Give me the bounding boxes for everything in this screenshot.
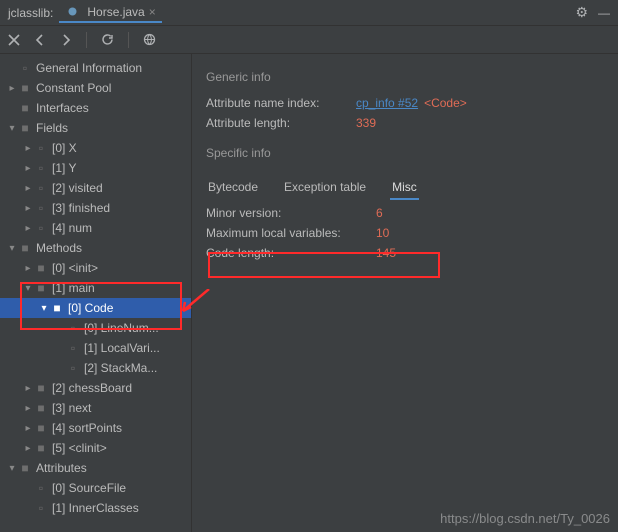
- attr-length-row: Attribute length: 339: [206, 116, 604, 130]
- tree-constant-pool[interactable]: ▸■Constant Pool: [0, 78, 191, 98]
- java-file-icon: [65, 6, 79, 17]
- attr-name-type: <Code>: [424, 96, 467, 110]
- tree-attributes[interactable]: ▾■Attributes: [0, 458, 191, 478]
- folder-icon: ■: [34, 421, 48, 435]
- folder-icon: ■: [18, 121, 32, 135]
- minor-version-label: Minor version:: [206, 206, 376, 220]
- title-bar: jclasslib: Horse.java × ⚙ —: [0, 0, 618, 26]
- file-icon: ▫: [18, 61, 32, 75]
- tree-methods[interactable]: ▾■Methods: [0, 238, 191, 258]
- tree-attr-item[interactable]: ▸▫[0] SourceFile: [0, 478, 191, 498]
- folder-icon: ■: [50, 301, 64, 315]
- toolbar: [0, 26, 618, 54]
- back-icon[interactable]: [34, 34, 46, 46]
- cpinfo-link[interactable]: cp_info #52: [356, 96, 418, 110]
- tree-field-item[interactable]: ▸▫[0] X: [0, 138, 191, 158]
- file-name: Horse.java: [87, 5, 144, 19]
- tree-method-init[interactable]: ▸■[0] <init>: [0, 258, 191, 278]
- tree-field-item[interactable]: ▸▫[3] finished: [0, 198, 191, 218]
- toolbar-divider: [86, 32, 87, 48]
- gear-icon[interactable]: ⚙: [575, 4, 588, 21]
- max-locals-label: Maximum local variables:: [206, 226, 376, 240]
- max-locals-row: Maximum local variables: 10: [206, 226, 604, 240]
- refresh-icon[interactable]: [101, 33, 114, 46]
- folder-icon: ■: [34, 381, 48, 395]
- file-tab[interactable]: Horse.java ×: [59, 3, 161, 23]
- file-icon: ▫: [66, 361, 80, 375]
- tree-fields[interactable]: ▾■Fields: [0, 118, 191, 138]
- attr-length-value: 339: [356, 116, 376, 130]
- tree-field-item[interactable]: ▸▫[2] visited: [0, 178, 191, 198]
- file-icon: ▫: [34, 481, 48, 495]
- tree-panel: ▸▫General Information ▸■Constant Pool ▸■…: [0, 54, 192, 532]
- tree-method-next[interactable]: ▸■[3] next: [0, 398, 191, 418]
- tree-method-chess[interactable]: ▸■[2] chessBoard: [0, 378, 191, 398]
- forward-icon[interactable]: [60, 34, 72, 46]
- tab-exception[interactable]: Exception table: [282, 176, 368, 200]
- file-icon: ▫: [34, 221, 48, 235]
- file-icon: ▫: [34, 161, 48, 175]
- tree-field-item[interactable]: ▸▫[1] Y: [0, 158, 191, 178]
- folder-icon: ■: [18, 461, 32, 475]
- attr-name-row: Attribute name index: cp_info #52 <Code>: [206, 96, 604, 110]
- folder-icon: ■: [34, 401, 48, 415]
- watermark: https://blog.csdn.net/Ty_0026: [440, 511, 610, 526]
- minor-version-value: 6: [376, 206, 383, 220]
- specific-info-heading: Specific info: [206, 146, 604, 160]
- folder-icon: ■: [34, 281, 48, 295]
- folder-icon: ■: [34, 261, 48, 275]
- tab-bytecode[interactable]: Bytecode: [206, 176, 260, 200]
- close-tab-icon[interactable]: ×: [149, 5, 156, 19]
- folder-icon: ■: [18, 81, 32, 95]
- globe-icon[interactable]: [143, 33, 156, 46]
- library-label: jclasslib:: [8, 6, 53, 20]
- tree-code-child[interactable]: ▸▫[1] LocalVari...: [0, 338, 191, 358]
- file-icon: ▫: [34, 201, 48, 215]
- tree-field-item[interactable]: ▸▫[4] num: [0, 218, 191, 238]
- folder-icon: ■: [18, 241, 32, 255]
- tree-code-child[interactable]: ▸▫[0] LineNum...: [0, 318, 191, 338]
- folder-icon: ■: [34, 441, 48, 455]
- generic-info-heading: Generic info: [206, 70, 604, 84]
- code-length-label: Code length:: [206, 246, 376, 260]
- tree-code[interactable]: ▾■[0] Code: [0, 298, 191, 318]
- detail-panel: Generic info Attribute name index: cp_in…: [192, 54, 618, 532]
- tree-method-main[interactable]: ▾■[1] main: [0, 278, 191, 298]
- file-icon: ▫: [34, 501, 48, 515]
- tree-interfaces[interactable]: ▸■Interfaces: [0, 98, 191, 118]
- tree-general-info[interactable]: ▸▫General Information: [0, 58, 191, 78]
- minor-version-row: Minor version: 6: [206, 206, 604, 220]
- file-icon: ▫: [66, 321, 80, 335]
- max-locals-value: 10: [376, 226, 389, 240]
- attr-length-label: Attribute length:: [206, 116, 356, 130]
- tabs-row: Bytecode Exception table Misc: [206, 176, 604, 200]
- code-length-row: Code length: 145: [206, 246, 604, 260]
- folder-icon: ■: [18, 101, 32, 115]
- code-length-value: 145: [376, 246, 396, 260]
- toolbar-divider: [128, 32, 129, 48]
- file-icon: ▫: [66, 341, 80, 355]
- tree-method-sort[interactable]: ▸■[4] sortPoints: [0, 418, 191, 438]
- file-icon: ▫: [34, 181, 48, 195]
- hide-panel-icon[interactable]: —: [598, 6, 610, 20]
- tree-code-child[interactable]: ▸▫[2] StackMa...: [0, 358, 191, 378]
- tree-attr-item[interactable]: ▸▫[1] InnerClasses: [0, 498, 191, 518]
- file-icon: ▫: [34, 141, 48, 155]
- attr-name-label: Attribute name index:: [206, 96, 356, 110]
- tab-misc[interactable]: Misc: [390, 176, 419, 200]
- close-icon[interactable]: [8, 34, 20, 46]
- tree-method-clinit[interactable]: ▸■[5] <clinit>: [0, 438, 191, 458]
